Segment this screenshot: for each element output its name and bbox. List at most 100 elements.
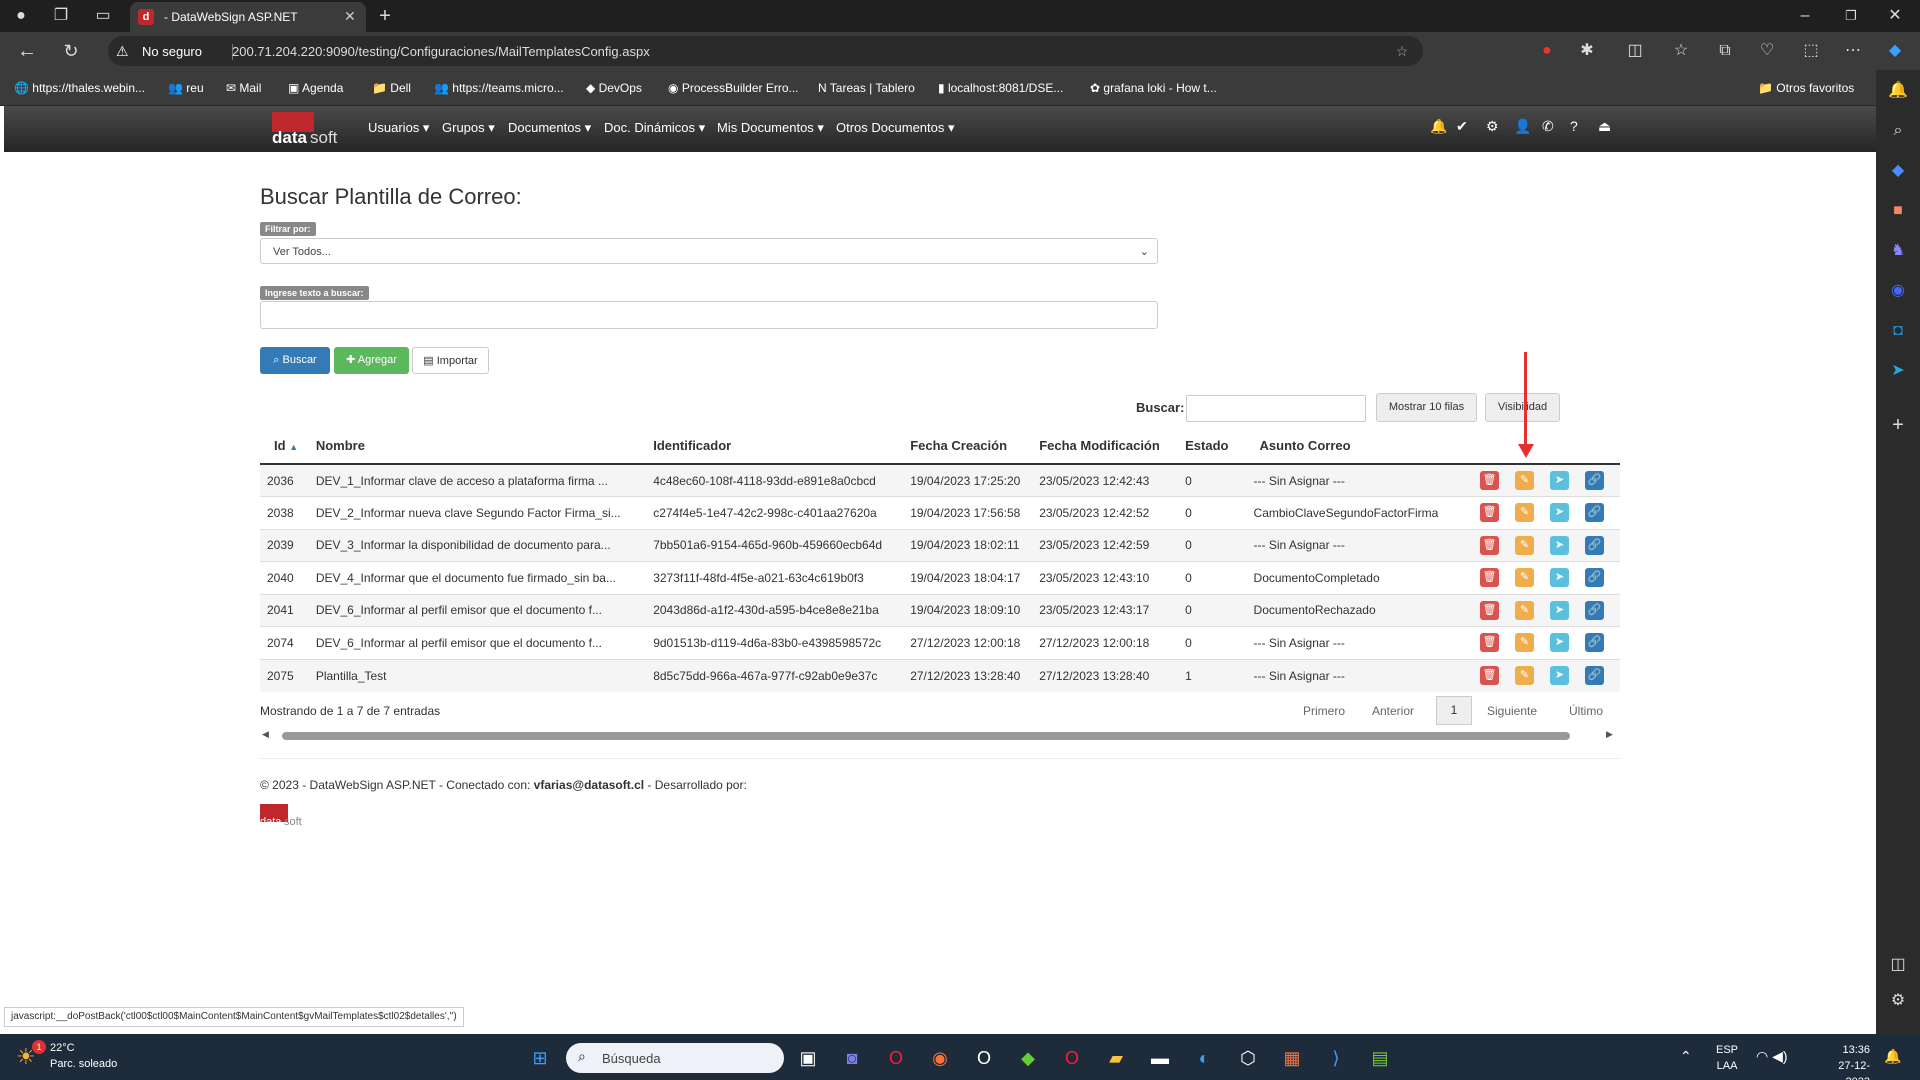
language-indicator[interactable]: ESP LAA [1716, 1042, 1738, 1074]
opera-browser-icon[interactable]: O [1056, 1042, 1088, 1074]
notification-bell-icon[interactable]: 🔔 [1884, 1048, 1901, 1065]
teams-icon[interactable]: ◙ [836, 1042, 868, 1074]
tab-actions-icon[interactable]: ▭ [88, 1, 118, 31]
edit-icon[interactable]: ✎ [1514, 666, 1534, 685]
pager-first[interactable]: Primero [1303, 704, 1345, 718]
send-icon[interactable]: ➤ [1883, 356, 1913, 386]
workspaces-icon[interactable]: ❐ [46, 1, 76, 31]
refresh-icon[interactable]: ↻ [56, 36, 86, 66]
extension-icon[interactable]: ● [1532, 36, 1562, 66]
sidebar-toggle-icon[interactable]: ◫ [1883, 950, 1913, 980]
bookmark-item[interactable]: ◉ ProcessBuilder Erro... [668, 70, 799, 106]
minimize-icon[interactable]: – [1790, 1, 1820, 31]
delete-icon[interactable]: 🗑 [1479, 600, 1499, 620]
importar-button[interactable]: ▤ Importar [412, 347, 489, 374]
delete-icon[interactable]: 🗑 [1479, 568, 1499, 588]
link-icon[interactable]: 🔗 [1584, 535, 1604, 555]
favorite-star-icon[interactable]: ☆ [1390, 36, 1414, 66]
filter-select[interactable]: Ver Todos... ⌄ [260, 238, 1158, 264]
delete-icon[interactable]: 🗑 [1479, 503, 1499, 523]
edit-icon[interactable]: ✎ [1514, 471, 1534, 490]
clock[interactable]: 13:3627-12-2023 [1820, 1042, 1870, 1080]
opera-icon[interactable]: O [880, 1042, 912, 1074]
shopping-icon[interactable]: ◆ [1883, 156, 1913, 186]
send-icon[interactable]: ➤ [1549, 568, 1569, 588]
url-text[interactable]: 200.71.204.220:9090/testing/Configuracio… [232, 44, 650, 59]
cube-icon[interactable]: ⬡ [1232, 1042, 1264, 1074]
outlook-icon[interactable]: ◘ [1883, 316, 1913, 346]
more-icon[interactable]: ⋯ [1838, 36, 1868, 66]
bookmark-item[interactable]: 📁 Dell [372, 70, 411, 106]
search-text-input[interactable] [260, 301, 1158, 329]
link-icon[interactable]: 🔗 [1584, 600, 1604, 620]
help-icon[interactable]: ? [1570, 118, 1578, 134]
taskbar-search[interactable]: ⌕ Búsqueda [566, 1043, 784, 1073]
link-icon[interactable]: 🔗 [1584, 666, 1604, 685]
send-icon[interactable]: ➤ [1549, 503, 1569, 523]
bookmark-item[interactable]: N Tareas | Tablero [818, 70, 915, 106]
visibility-button[interactable]: Visibilidad [1485, 393, 1560, 422]
send-icon[interactable]: ➤ [1549, 666, 1569, 685]
opera-gx-icon[interactable]: O [968, 1042, 1000, 1074]
link-icon[interactable]: 🔗 [1584, 471, 1604, 490]
edit-icon[interactable]: ✎ [1514, 503, 1534, 523]
delete-icon[interactable]: 🗑 [1479, 535, 1499, 555]
nav-mis-documentos[interactable]: Mis Documentos ▾ [717, 120, 824, 136]
pager-prev[interactable]: Anterior [1372, 704, 1414, 718]
bookmark-item[interactable]: ▮ localhost:8081/DSE... [938, 70, 1063, 106]
col-id[interactable]: Id ▲ [260, 428, 310, 465]
copilot-icon[interactable]: ◆ [1880, 36, 1910, 66]
pager-next[interactable]: Siguiente [1487, 704, 1537, 718]
url-box[interactable]: ⚠ No seguro 200.71.204.220:9090/testing/… [108, 36, 1423, 66]
tools-icon[interactable]: ■ [1883, 196, 1913, 226]
bookmark-item[interactable]: 🌐 https://thales.webin... [14, 70, 145, 106]
search-icon[interactable]: ⌕ [1883, 116, 1913, 146]
bookmark-item[interactable]: ◆ DevOps [586, 70, 642, 106]
pager-current[interactable]: 1 [1436, 696, 1472, 725]
split-screen-icon[interactable]: ◫ [1620, 36, 1650, 66]
show-rows-button[interactable]: Mostrar 10 filas [1376, 393, 1477, 422]
task-view-icon[interactable]: ▣ [792, 1042, 824, 1074]
col-asunto[interactable]: Asunto Correo [1247, 428, 1450, 465]
add-sidebar-icon[interactable]: + [1883, 410, 1913, 440]
app-icon[interactable]: ◆ [1012, 1042, 1044, 1074]
edit-icon[interactable]: ✎ [1514, 568, 1534, 588]
nav-usuarios[interactable]: Usuarios ▾ [368, 120, 429, 136]
logout-icon[interactable]: ⏏ [1598, 118, 1611, 135]
screenshot-icon[interactable]: ⬚ [1796, 36, 1826, 66]
col-fecha-modificacion[interactable]: Fecha Modificación [1035, 428, 1180, 465]
phone-icon[interactable]: ✆ [1542, 118, 1554, 135]
nav-doc-dinamicos[interactable]: Doc. Dinámicos ▾ [604, 120, 705, 136]
link-icon[interactable]: 🔗 [1584, 633, 1604, 653]
col-identificador[interactable]: Identificador [647, 428, 905, 465]
bookmark-item[interactable]: ✿ grafana loki - How t... [1090, 70, 1217, 106]
user-icon[interactable]: 👤 [1514, 118, 1531, 135]
col-fecha-creacion[interactable]: Fecha Creación [904, 428, 1036, 465]
send-icon[interactable]: ➤ [1549, 471, 1569, 490]
edit-icon[interactable]: ✎ [1514, 535, 1534, 555]
send-icon[interactable]: ➤ [1549, 633, 1569, 653]
bell-icon[interactable]: 🔔 [1430, 118, 1447, 135]
tab-close-icon[interactable]: ✕ [344, 8, 356, 25]
file-explorer-icon[interactable]: ▰ [1100, 1042, 1132, 1074]
agregar-button[interactable]: ✚ Agregar [334, 347, 409, 374]
chevron-up-icon[interactable]: ⌃ [1680, 1048, 1692, 1065]
delete-icon[interactable]: 🗑 [1479, 633, 1499, 653]
scroll-left-icon[interactable]: ◀ [262, 729, 269, 740]
settings-icon[interactable]: ⚙ [1883, 986, 1913, 1016]
scroll-right-icon[interactable]: ▶ [1606, 729, 1613, 740]
send-icon[interactable]: ➤ [1549, 535, 1569, 555]
profile-icon[interactable]: ● [6, 1, 36, 31]
close-window-icon[interactable]: ✕ [1880, 1, 1910, 31]
check-icon[interactable]: ✔ [1456, 118, 1468, 135]
copilot-side-icon[interactable]: ◉ [1883, 276, 1913, 306]
send-icon[interactable]: ➤ [1549, 600, 1569, 620]
link-icon[interactable]: 🔗 [1584, 503, 1604, 523]
bookmark-item[interactable]: 👥 https://teams.micro... [434, 70, 564, 106]
buscar-button[interactable]: ⌕ Buscar [260, 347, 330, 374]
collections-icon[interactable]: ⧉ [1710, 36, 1740, 66]
games-icon[interactable]: ♞ [1883, 236, 1913, 266]
start-icon[interactable]: ⊞ [524, 1042, 556, 1074]
new-tab-icon[interactable]: + [370, 1, 400, 31]
app-icon-2[interactable]: ▬ [1144, 1042, 1176, 1074]
